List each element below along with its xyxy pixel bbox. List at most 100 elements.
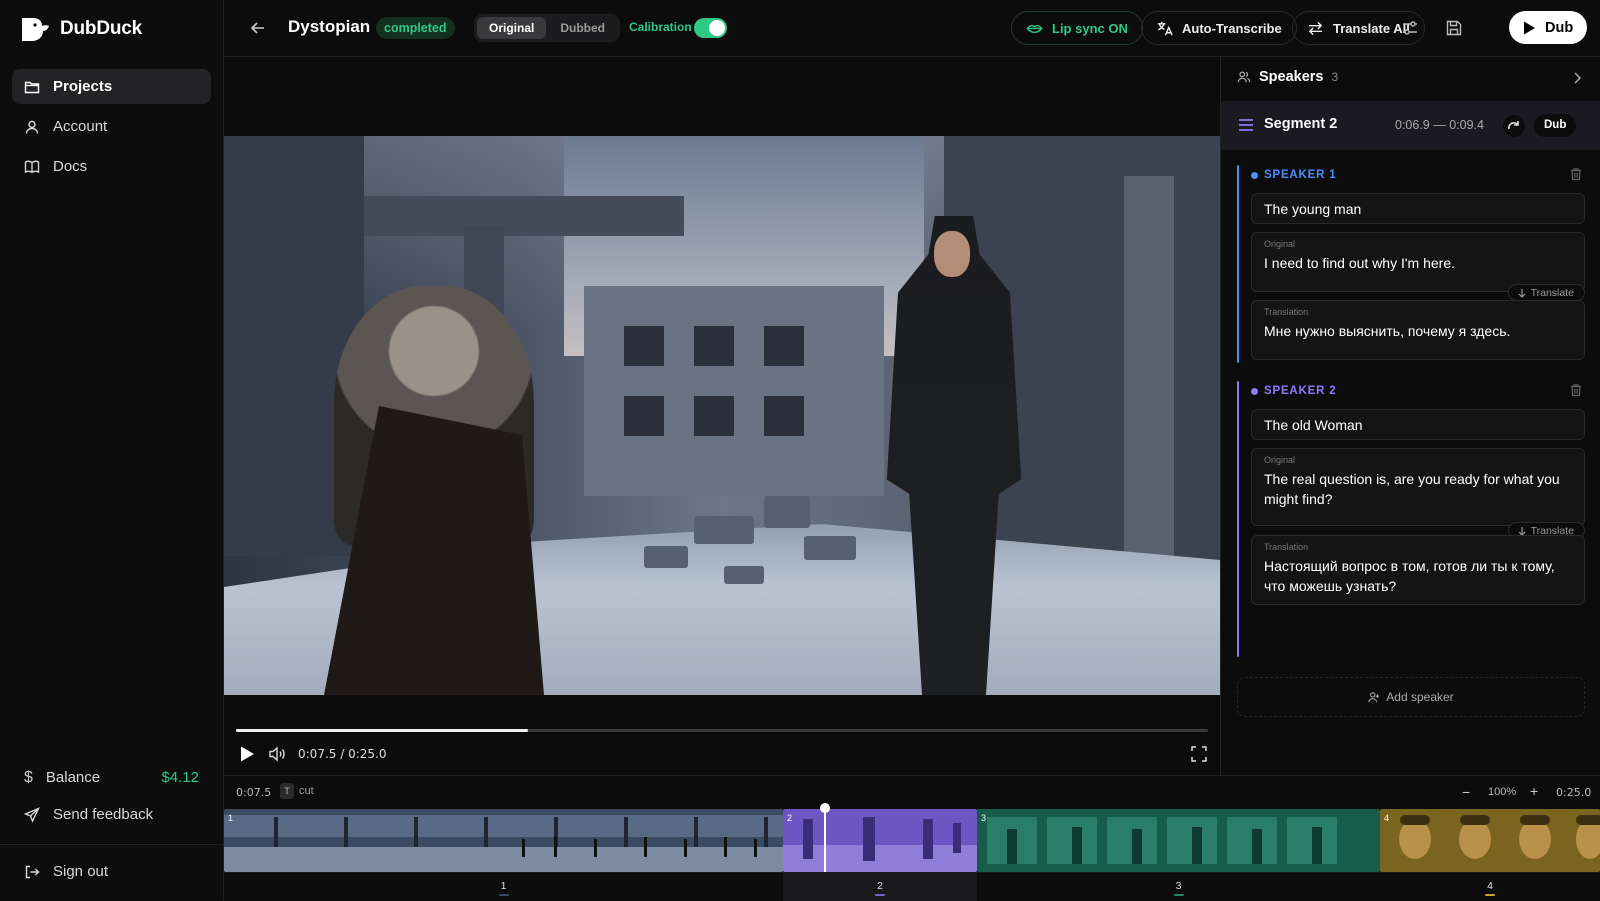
speaker-card: SPEAKER 2 The old Woman Original The rea… <box>1237 381 1585 657</box>
zoom-in-button[interactable]: + <box>1530 783 1538 799</box>
speaker-label-text: SPEAKER 2 <box>1264 385 1337 397</box>
play-icon[interactable] <box>238 745 256 763</box>
add-speaker-button[interactable]: Add speaker <box>1237 677 1585 717</box>
cut-label: cut <box>299 785 314 797</box>
segment-label-4[interactable]: 4 <box>1380 873 1600 901</box>
translation-text-box[interactable]: Translation Настоящий вопрос в том, гото… <box>1251 535 1585 605</box>
speakers-panel: Speakers 3 Segment 2 0:06.9 — 0:09.4 Dub… <box>1220 57 1600 775</box>
zoom-level: 100% <box>1488 786 1517 798</box>
timeline-clip-2[interactable]: 2 <box>783 809 977 872</box>
play-icon <box>1524 21 1535 34</box>
volume-icon[interactable] <box>268 745 286 763</box>
translation-text-box[interactable]: Translation Мне нужно выяснить, почему я… <box>1251 300 1585 360</box>
time-display: 0:07.5 / 0:25.0 <box>298 747 387 761</box>
segment-label-1[interactable]: 1 <box>224 873 783 901</box>
lip-sync-button[interactable]: Lip sync ON <box>1011 11 1143 45</box>
folder-icon <box>24 81 40 93</box>
send-feedback-label: Send feedback <box>53 806 154 823</box>
video-ruin <box>364 196 684 236</box>
playback-progress-bar[interactable] <box>236 729 1208 732</box>
balance-row: $ Balance $4.12 <box>12 760 211 795</box>
auto-transcribe-label: Auto-Transcribe <box>1182 20 1282 36</box>
video-ruin <box>624 396 664 436</box>
dub-button[interactable]: Dub <box>1509 11 1588 44</box>
send-icon <box>24 806 40 823</box>
sidebar-item-label: Projects <box>53 78 113 95</box>
clip-thumbnails <box>977 809 1380 872</box>
sliders-icon[interactable] <box>1400 18 1420 38</box>
timeline-current-time: 0:07.5 <box>236 786 272 799</box>
balance-label: Balance <box>45 769 101 786</box>
segment-color-underline <box>498 894 509 896</box>
dollar-icon: $ <box>24 768 33 786</box>
speaker-name-input[interactable]: The old Woman <box>1251 409 1585 440</box>
timeline-clip-3[interactable]: 3 <box>977 809 1380 872</box>
segment-label-text: 3 <box>1175 880 1182 892</box>
sidebar-item-account[interactable]: Account <box>12 109 211 144</box>
segment-label-text: 1 <box>500 880 507 892</box>
chevron-right-icon[interactable] <box>1570 71 1584 85</box>
video-ruin <box>584 286 884 496</box>
top-bar: Dystopian completed Original Dubbed Cali… <box>224 0 1600 57</box>
segment-header: Segment 2 0:06.9 — 0:09.4 Dub <box>1221 101 1600 150</box>
clip-thumbnails <box>224 809 783 872</box>
logout-icon <box>25 865 40 878</box>
translate-label: Translate <box>1530 286 1574 299</box>
sign-out-button[interactable]: Sign out <box>12 854 108 889</box>
video-frame[interactable] <box>224 136 1220 695</box>
video-rock <box>694 516 754 544</box>
view-original-tab[interactable]: Original <box>477 17 547 39</box>
speaker-label: SPEAKER 1 <box>1251 169 1336 181</box>
timeline-end-time: 0:25.0 <box>1556 786 1592 799</box>
translation-text: Мне нужно выяснить, почему я здесь. <box>1264 323 1511 339</box>
zoom-out-button[interactable]: − <box>1462 784 1470 800</box>
original-label: Original <box>1264 455 1296 465</box>
original-text-box[interactable]: Original I need to find out why I'm here… <box>1251 232 1585 292</box>
timeline-clip-4[interactable]: 4 <box>1380 809 1600 872</box>
shortcut-key: T <box>280 783 294 799</box>
dub-label: Dub <box>1545 19 1574 36</box>
clip-number: 1 <box>228 813 234 823</box>
speaker-name-input[interactable]: The young man <box>1251 193 1585 224</box>
speakers-count: 3 <box>1331 70 1339 84</box>
sidebar-item-label: Docs <box>53 158 88 175</box>
auto-transcribe-button[interactable]: Auto-Transcribe <box>1141 11 1297 45</box>
segment-label-2[interactable]: 2 <box>783 873 977 901</box>
trash-icon[interactable] <box>1569 383 1583 397</box>
sidebar-item-projects[interactable]: Projects <box>12 69 211 104</box>
sidebar: DubDuck Projects Account Docs $ Balance … <box>0 0 224 900</box>
calibration-toggle[interactable] <box>694 18 727 38</box>
translate-button[interactable]: Translate <box>1507 284 1585 301</box>
sidebar-item-docs[interactable]: Docs <box>12 149 211 184</box>
segment-dub-button[interactable]: Dub <box>1534 114 1577 137</box>
menu-icon[interactable] <box>1237 116 1255 134</box>
view-dubbed-tab[interactable]: Dubbed <box>548 17 617 39</box>
segment-color-underline <box>1485 894 1495 896</box>
clip-number: 2 <box>787 813 793 823</box>
logo[interactable]: DubDuck <box>20 16 142 42</box>
segment-color-underline <box>875 894 885 896</box>
redo-icon[interactable] <box>1503 115 1525 137</box>
timeline-playhead[interactable] <box>820 803 830 872</box>
clip-thumbnails <box>783 809 977 872</box>
sidebar-nav: Projects Account Docs <box>12 69 211 189</box>
save-icon[interactable] <box>1444 18 1464 38</box>
back-arrow-icon[interactable] <box>248 18 268 38</box>
speakers-header: Speakers 3 <box>1237 69 1338 85</box>
translate-icon <box>1157 21 1173 35</box>
swap-arrows-icon <box>1308 21 1323 35</box>
trash-icon[interactable] <box>1569 167 1583 181</box>
timeline-clip-1[interactable]: 1 <box>224 809 783 872</box>
original-text: I need to find out why I'm here. <box>1264 255 1456 271</box>
translate-all-label: Translate All <box>1333 20 1410 36</box>
original-text-box[interactable]: Original The real question is, are you r… <box>1251 448 1585 526</box>
arrow-down-icon <box>1518 288 1526 298</box>
timeline-track[interactable]: 1 2 3 4 <box>224 809 1600 872</box>
send-feedback-button[interactable]: Send feedback <box>12 797 211 832</box>
fullscreen-icon[interactable] <box>1190 745 1208 763</box>
translation-label: Translation <box>1264 542 1309 552</box>
video-ruin <box>1124 176 1174 596</box>
segment-label-3[interactable]: 3 <box>977 873 1380 901</box>
clip-thumbnails <box>1380 809 1600 872</box>
video-ruin <box>694 326 734 366</box>
